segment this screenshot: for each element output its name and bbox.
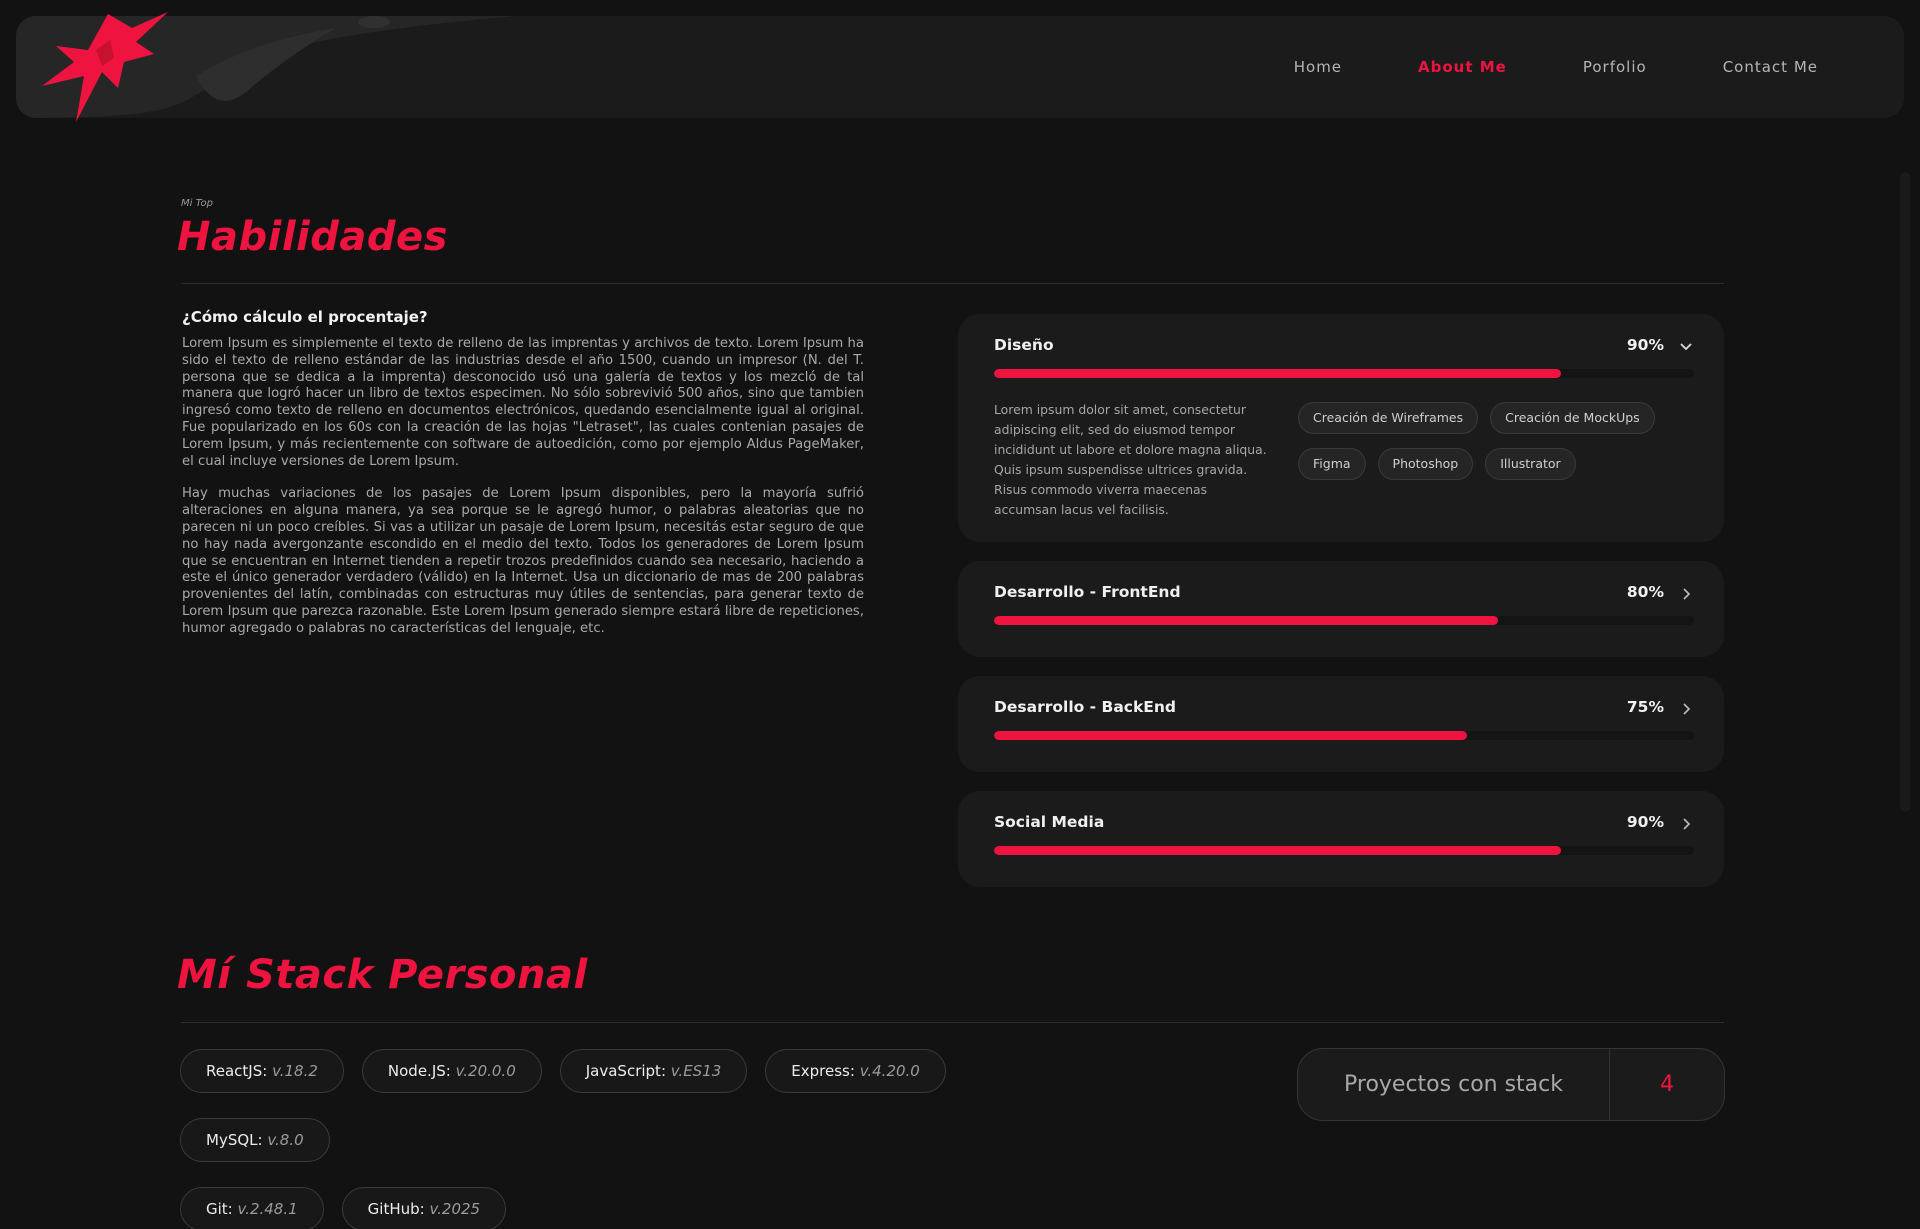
question-heading: ¿Cómo cálculo el procentaje? bbox=[182, 308, 428, 326]
tag: Photoshop bbox=[1377, 448, 1474, 480]
stack-version: v.ES13 bbox=[670, 1062, 722, 1080]
stack-version: v.18.2 bbox=[272, 1062, 318, 1080]
stack-version: v.2.48.1 bbox=[237, 1200, 298, 1218]
projects-label: Proyectos con stack bbox=[1298, 1049, 1610, 1120]
skill-name: Social Media bbox=[994, 813, 1105, 831]
nav-contact-me[interactable]: Contact Me bbox=[1723, 58, 1818, 76]
stack-version: v.4.20.0 bbox=[859, 1062, 920, 1080]
skill-name: Desarrollo - FrontEnd bbox=[994, 583, 1181, 601]
nav-about-me[interactable]: About Me bbox=[1418, 58, 1507, 76]
skill-card-frontend[interactable]: Desarrollo - FrontEnd 80% bbox=[958, 561, 1724, 657]
skill-name: Desarrollo - BackEnd bbox=[994, 698, 1176, 716]
stack-name: GitHub: bbox=[367, 1200, 425, 1218]
stack-name: Express: bbox=[791, 1062, 855, 1080]
stack-chip-javascript[interactable]: JavaScript: v.ES13 bbox=[559, 1049, 748, 1093]
tag: Figma bbox=[1298, 448, 1366, 480]
stack-title: Mí Stack Personal bbox=[177, 952, 588, 998]
progress-fill bbox=[994, 846, 1561, 855]
scrollbar[interactable] bbox=[1900, 172, 1910, 812]
stack-name: ReactJS: bbox=[206, 1062, 268, 1080]
tag: Creación de Wireframes bbox=[1298, 402, 1479, 434]
paragraph: Hay muchas variaciones de los pasajes de… bbox=[182, 486, 864, 636]
skill-percent: 80% bbox=[1626, 583, 1664, 601]
skill-header: Social Media 90% bbox=[994, 813, 1694, 833]
stack-name: MySQL: bbox=[206, 1131, 263, 1149]
nav-links: Home About Me Porfolio Contact Me bbox=[1294, 16, 1818, 118]
stack-chip-github[interactable]: GitHub: v.2025 bbox=[341, 1187, 507, 1229]
skill-card-diseno[interactable]: Diseño 90% Lorem ipsum dolor sit amet, c… bbox=[958, 314, 1724, 542]
skill-header: Desarrollo - BackEnd 75% bbox=[994, 698, 1694, 718]
tag: Creación de MockUps bbox=[1490, 402, 1655, 434]
stack-name: Node.JS: bbox=[387, 1062, 451, 1080]
skill-header: Desarrollo - FrontEnd 80% bbox=[994, 583, 1694, 603]
skill-percent: 75% bbox=[1626, 698, 1664, 716]
skill-percent: 90% bbox=[1626, 336, 1664, 354]
stack-chip-nodejs[interactable]: Node.JS: v.20.0.0 bbox=[361, 1049, 542, 1093]
stack-version: v.2025 bbox=[429, 1200, 481, 1218]
skill-card-backend[interactable]: Desarrollo - BackEnd 75% bbox=[958, 676, 1724, 772]
progress-bar bbox=[994, 731, 1694, 740]
chevron-right-icon[interactable] bbox=[1678, 586, 1694, 602]
chevron-down-icon[interactable] bbox=[1678, 339, 1694, 355]
stack-name: JavaScript: bbox=[585, 1062, 666, 1080]
section-eyebrow: Mi Top bbox=[181, 198, 213, 209]
projects-count: 4 bbox=[1660, 1072, 1674, 1097]
spiky-star-logo[interactable] bbox=[36, 10, 176, 130]
chevron-right-icon[interactable] bbox=[1678, 816, 1694, 832]
paragraph: Lorem Ipsum es simplemente el texto de r… bbox=[182, 336, 864, 469]
projects-with-stack-counter[interactable]: Proyectos con stack 4 bbox=[1297, 1048, 1725, 1121]
progress-fill bbox=[994, 731, 1467, 740]
tag: Illustrator bbox=[1485, 448, 1576, 480]
stack-chip-reactjs[interactable]: ReactJS: v.18.2 bbox=[180, 1049, 344, 1093]
skills-title: Habilidades bbox=[177, 214, 448, 260]
stack-chip-express[interactable]: Express: v.4.20.0 bbox=[765, 1049, 946, 1093]
nav-portfolio[interactable]: Porfolio bbox=[1583, 58, 1647, 76]
progress-fill bbox=[994, 616, 1498, 625]
nav-home[interactable]: Home bbox=[1294, 58, 1342, 76]
explanation-column: ¿Cómo cálculo el procentaje? Lorem Ipsum… bbox=[182, 308, 864, 654]
section-divider bbox=[181, 1022, 1724, 1023]
skill-card-social-media[interactable]: Social Media 90% bbox=[958, 791, 1724, 887]
stack-chip-git[interactable]: Git: v.2.48.1 bbox=[180, 1187, 324, 1229]
skill-description: Lorem ipsum dolor sit amet, consectetur … bbox=[994, 402, 1267, 517]
progress-fill bbox=[994, 369, 1561, 378]
stack-chip-mysql[interactable]: MySQL: v.8.0 bbox=[180, 1118, 330, 1162]
stack-version: v.20.0.0 bbox=[455, 1062, 516, 1080]
skill-header: Diseño 90% bbox=[994, 336, 1694, 356]
skill-percent: 90% bbox=[1626, 813, 1664, 831]
section-divider bbox=[181, 283, 1724, 284]
progress-bar bbox=[994, 616, 1694, 625]
stack-name: Git: bbox=[206, 1200, 233, 1218]
chevron-right-icon[interactable] bbox=[1678, 701, 1694, 717]
stack-list: ReactJS: v.18.2 Node.JS: v.20.0.0 JavaScri… bbox=[180, 1049, 1120, 1229]
progress-bar bbox=[994, 369, 1694, 378]
stack-version: v.8.0 bbox=[267, 1131, 304, 1149]
progress-bar bbox=[994, 846, 1694, 855]
skill-tags: Creación de Wireframes Creación de MockUp… bbox=[1298, 402, 1698, 494]
skill-name: Diseño bbox=[994, 336, 1054, 354]
